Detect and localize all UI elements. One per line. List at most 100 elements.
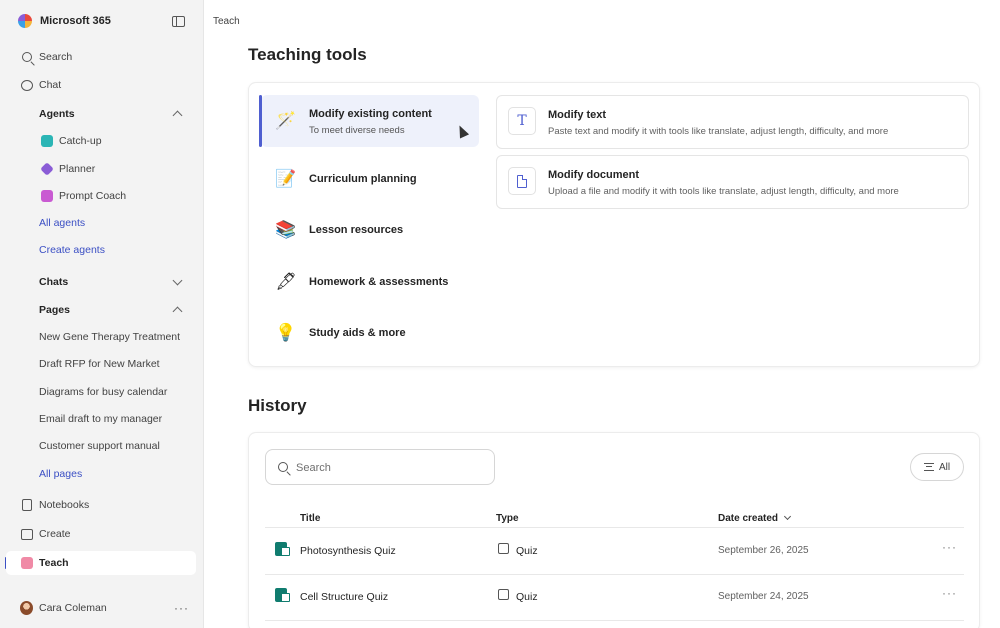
all-pages-link[interactable]: All pages bbox=[0, 462, 204, 486]
sidebar-item-search[interactable]: Search bbox=[0, 45, 204, 69]
sidebar-item-label: Prompt Coach bbox=[59, 190, 127, 202]
filter-label: All bbox=[938, 461, 951, 473]
tool-study-aids[interactable]: 💡 Study aids & more bbox=[261, 307, 479, 359]
tool-lesson-resources[interactable]: 📚 Lesson resources bbox=[261, 204, 479, 256]
sidebar-section-agents[interactable]: Agents bbox=[0, 102, 204, 126]
more-options-icon[interactable]: ··· bbox=[174, 601, 189, 615]
tool-label: Homework & assessments bbox=[309, 276, 449, 288]
option-modify-document[interactable]: Modify document Upload a file and modify… bbox=[496, 155, 969, 209]
microsoft-365-logo-icon bbox=[18, 14, 32, 28]
history-search[interactable] bbox=[265, 449, 495, 485]
link-label: All pages bbox=[39, 468, 83, 480]
chevron-up-icon bbox=[172, 306, 183, 317]
chat-icon bbox=[20, 79, 33, 92]
brand-name: Microsoft 365 bbox=[40, 15, 111, 27]
link-label: All agents bbox=[39, 217, 86, 229]
column-header-title[interactable]: Title bbox=[300, 513, 320, 524]
column-header-label: Date created bbox=[718, 513, 779, 524]
sort-descending-icon bbox=[783, 512, 792, 521]
tool-curriculum-planning[interactable]: 📝 Curriculum planning bbox=[261, 153, 479, 205]
more-options-icon[interactable]: ··· bbox=[942, 586, 957, 600]
history-search-input[interactable] bbox=[296, 459, 486, 477]
section-label: Agents bbox=[39, 108, 75, 120]
page-item-label: Email draft to my manager bbox=[39, 413, 163, 425]
page-title: Teaching tools bbox=[248, 45, 367, 64]
sidebar-item-catch-up[interactable]: Catch-up bbox=[0, 129, 204, 153]
document-icon bbox=[508, 167, 536, 195]
page-item-label: Customer support manual bbox=[39, 440, 160, 452]
cell-type: Quiz bbox=[516, 591, 538, 603]
avatar bbox=[20, 601, 33, 615]
section-label: Chats bbox=[39, 276, 69, 288]
tool-subtitle: To meet diverse needs bbox=[309, 125, 405, 136]
page-item[interactable]: Email draft to my manager bbox=[0, 407, 204, 431]
sidebar-item-label: Teach bbox=[39, 557, 69, 569]
text-icon: T bbox=[508, 107, 536, 135]
quiz-type-icon bbox=[498, 543, 509, 554]
user-name: Cara Coleman bbox=[39, 602, 107, 614]
tool-homework-assessments[interactable]: 🖋 Homework & assessments bbox=[261, 256, 479, 308]
chevron-up-icon bbox=[172, 110, 183, 121]
books-icon: 📚 bbox=[275, 220, 297, 240]
table-row[interactable]: Cell Structure Quiz Quiz September 24, 2… bbox=[265, 574, 964, 620]
sidebar-item-label: Planner bbox=[59, 163, 96, 175]
brand[interactable]: Microsoft 365 bbox=[18, 14, 111, 28]
cell-title: Photosynthesis Quiz bbox=[300, 545, 396, 557]
option-title: Modify text bbox=[548, 109, 607, 121]
notepad-icon: 📝 bbox=[275, 169, 297, 189]
option-modify-text[interactable]: T Modify text Paste text and modify it w… bbox=[496, 95, 969, 149]
link-label: Create agents bbox=[39, 244, 105, 256]
catch-up-agent-icon bbox=[40, 135, 53, 148]
sidebar-item-prompt-coach[interactable]: Prompt Coach bbox=[0, 184, 204, 208]
sidebar-item-chat[interactable]: Chat bbox=[0, 73, 204, 97]
page-item[interactable]: Customer support manual bbox=[0, 434, 204, 458]
pen-icon: 🖋 bbox=[275, 272, 297, 292]
option-title: Modify document bbox=[548, 169, 640, 181]
all-agents-link[interactable]: All agents bbox=[0, 211, 204, 235]
sidebar-item-label: Create bbox=[39, 528, 71, 540]
column-header-date[interactable]: Date created bbox=[718, 512, 792, 524]
tool-label: Study aids & more bbox=[309, 327, 406, 339]
sidebar-item-label: Catch-up bbox=[59, 135, 102, 147]
page-item-label: Diagrams for busy calendar bbox=[39, 386, 168, 398]
tool-label: Lesson resources bbox=[309, 224, 404, 236]
tool-modify-existing-content[interactable]: 🪄 Modify existing content To meet divers… bbox=[259, 95, 479, 147]
sidebar-item-notebooks[interactable]: Notebooks bbox=[0, 493, 204, 517]
sidebar-section-chats[interactable]: Chats bbox=[0, 270, 204, 294]
teach-icon bbox=[20, 557, 33, 570]
table-row[interactable]: Photosynthesis Quiz Quiz September 26, 2… bbox=[265, 528, 964, 574]
page-item[interactable]: Diagrams for busy calendar bbox=[0, 380, 204, 404]
create-agents-link[interactable]: Create agents bbox=[0, 238, 204, 262]
user-profile[interactable]: Cara Coleman ··· bbox=[0, 596, 204, 620]
more-options-icon[interactable]: ··· bbox=[942, 540, 957, 554]
sidebar-item-teach[interactable]: Teach bbox=[6, 551, 196, 575]
tool-label: Modify existing content bbox=[309, 108, 432, 120]
page-item-label: Draft RFP for New Market bbox=[39, 358, 160, 370]
sidebar-item-create[interactable]: Create bbox=[0, 522, 204, 546]
search-icon bbox=[20, 51, 33, 64]
cell-title: Cell Structure Quiz bbox=[300, 591, 389, 603]
history-title: History bbox=[248, 396, 307, 415]
lightbulb-icon: 💡 bbox=[275, 323, 297, 343]
notebook-icon bbox=[20, 499, 33, 512]
sidebar-item-planner[interactable]: Planner bbox=[0, 157, 204, 181]
filter-button[interactable]: All bbox=[910, 453, 964, 481]
prompt-coach-agent-icon bbox=[40, 190, 53, 203]
collapse-sidebar-icon[interactable] bbox=[172, 16, 185, 27]
column-header-type[interactable]: Type bbox=[496, 513, 519, 524]
option-description: Paste text and modify it with tools like… bbox=[548, 126, 889, 137]
history-card: All Title Type Date created Photosynthes… bbox=[248, 432, 980, 628]
page-item[interactable]: Draft RFP for New Market bbox=[0, 352, 204, 376]
quiz-file-icon bbox=[275, 588, 290, 602]
sidebar: Microsoft 365 Search Chat Agents Catch-u… bbox=[0, 0, 204, 628]
page-item[interactable]: New Gene Therapy Treatment bbox=[0, 325, 204, 349]
tool-label: Curriculum planning bbox=[309, 173, 417, 185]
sidebar-item-label: Chat bbox=[39, 79, 62, 91]
chevron-down-icon bbox=[172, 275, 183, 286]
quiz-file-icon bbox=[275, 542, 290, 556]
mouse-cursor-icon bbox=[454, 123, 470, 139]
filter-icon bbox=[923, 463, 934, 471]
section-label: Pages bbox=[39, 304, 70, 316]
sidebar-section-pages[interactable]: Pages bbox=[0, 298, 204, 322]
divider bbox=[265, 620, 964, 621]
